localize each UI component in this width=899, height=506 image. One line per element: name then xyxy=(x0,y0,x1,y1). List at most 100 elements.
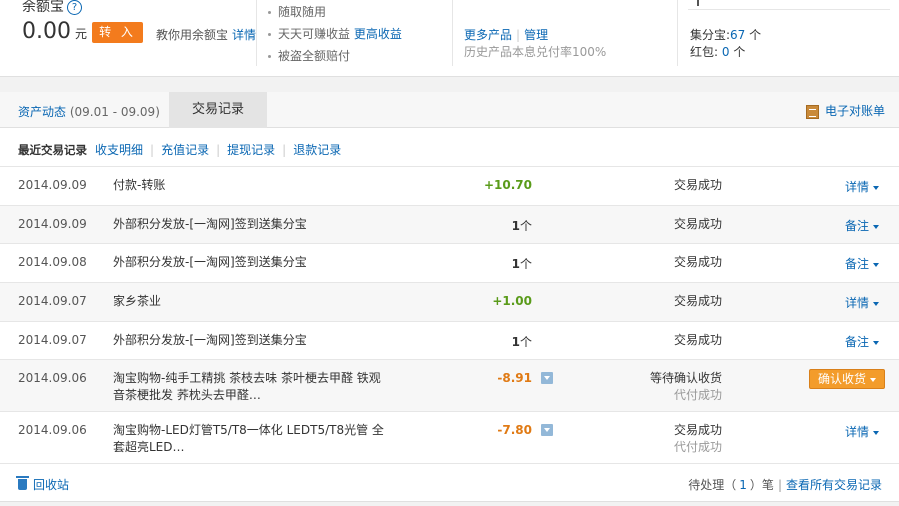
transaction-table: 2014.09.09 付款-转账 +10.70 交易成功 详情 2014.09.… xyxy=(0,166,899,462)
pending-count-link[interactable]: 1 xyxy=(739,478,747,492)
chevron-down-icon xyxy=(873,185,879,190)
teach-details-link[interactable]: 详情 xyxy=(232,28,256,42)
more-earnings-link[interactable]: 更高收益 xyxy=(354,27,402,41)
row-amount: +10.70 xyxy=(483,178,532,192)
confirm-receipt-button[interactable]: 确认收货 xyxy=(808,369,885,389)
divider xyxy=(688,9,890,10)
row-status: 交易成功 xyxy=(673,255,722,269)
table-row: 2014.09.09 外部积分发放-[一淘网]签到送集分宝 1个 交易成功 备注 xyxy=(0,205,899,243)
help-icon[interactable]: ? xyxy=(67,0,82,15)
row-date: 2014.09.07 xyxy=(18,294,87,308)
more-products-link[interactable]: 更多产品 xyxy=(464,28,512,42)
feature-item: 被盗全额赔付 xyxy=(268,48,402,70)
divider xyxy=(677,0,678,66)
row-desc: 付款-转账 xyxy=(113,178,166,192)
amount-dropdown-icon[interactable] xyxy=(541,424,553,436)
row-date: 2014.09.07 xyxy=(18,333,87,347)
divider xyxy=(256,0,257,66)
decoration xyxy=(697,0,699,6)
amount-unit: 元 xyxy=(74,27,87,41)
row-desc: 家乡茶业 xyxy=(113,294,162,308)
ebill-link[interactable]: 电子对账单 xyxy=(805,102,885,119)
row-status: 交易成功 xyxy=(673,178,722,192)
row-date: 2014.09.09 xyxy=(18,217,87,231)
row-desc: 外部积分发放-[一淘网]签到送集分宝 xyxy=(113,333,307,347)
record-subnav: 最近交易记录 收支明细 | 充值记录 | 提现记录 | 退款记录 xyxy=(18,143,342,157)
row-status: 交易成功 xyxy=(673,217,722,231)
bill-icon xyxy=(805,104,819,119)
hongbao-count-link[interactable]: 0 xyxy=(722,45,730,59)
row-desc: 外部积分发放-[一淘网]签到送集分宝 xyxy=(113,255,307,269)
row-desc: 外部积分发放-[一淘网]签到送集分宝 xyxy=(113,217,307,231)
manage-link[interactable]: 管理 xyxy=(524,28,548,42)
chevron-down-icon xyxy=(873,262,879,267)
details-link[interactable]: 详情 xyxy=(845,423,879,440)
table-row: 2014.09.07 家乡茶业 +1.00 交易成功 详情 xyxy=(0,282,899,321)
section-gap xyxy=(0,76,899,92)
note-link[interactable]: 备注 xyxy=(845,333,879,350)
chevron-down-icon xyxy=(873,340,879,345)
feature-item: 天天可赚收益 更高收益 xyxy=(268,26,402,48)
row-amount: 1个 xyxy=(511,219,532,233)
pending-summary: 待处理（ 1 ）笔 | 查看所有交易记录 xyxy=(688,478,882,492)
table-row: 2014.09.07 外部积分发放-[一淘网]签到送集分宝 1个 交易成功 备注 xyxy=(0,321,899,359)
divider xyxy=(452,0,453,66)
details-link[interactable]: 详情 xyxy=(845,294,879,311)
yeb-title-text: 余额宝 xyxy=(22,0,64,15)
row-amount: +1.00 xyxy=(492,294,532,308)
table-row: 2014.09.06 淘宝购物-纯手工精挑 茶枝去味 茶叶梗去甲醛 铁观音茶梗批… xyxy=(0,359,899,411)
row-date: 2014.09.09 xyxy=(18,178,87,192)
jifenbao: 集分宝:67 个 xyxy=(690,28,762,42)
note-link[interactable]: 备注 xyxy=(845,255,879,272)
row-date: 2014.09.08 xyxy=(18,255,87,269)
feature-list: 随取随用 天天可赚收益 更高收益 被盗全额赔付 xyxy=(268,4,402,70)
more-products: 更多产品 | 管理 xyxy=(464,28,549,42)
chevron-down-icon xyxy=(873,430,879,435)
table-footer: 回收站 待处理（ 1 ）笔 | 查看所有交易记录 xyxy=(0,463,899,501)
view-all-records-link[interactable]: 查看所有交易记录 xyxy=(786,478,882,492)
chevron-down-icon xyxy=(873,301,879,306)
row-status: 交易成功 xyxy=(673,294,722,308)
jifenbao-count-link[interactable]: 67 xyxy=(730,28,745,42)
tab-asset-activity[interactable]: 资产动态 (09.01 - 09.09) xyxy=(18,103,160,120)
details-link[interactable]: 详情 xyxy=(845,178,879,195)
trash-icon xyxy=(16,476,29,490)
subnav-refund[interactable]: 退款记录 xyxy=(293,143,341,157)
transfer-in-button[interactable]: 转 入 xyxy=(92,22,143,43)
teach-label: 教你用余额宝 xyxy=(156,28,229,42)
row-desc: 淘宝购物-纯手工精挑 茶枝去味 茶叶梗去甲醛 铁观音茶梗批发 荞枕头去甲醛… xyxy=(113,371,381,402)
yeb-amount: 0.00 元 xyxy=(22,18,87,48)
tab-trade-records[interactable]: 交易记录 xyxy=(169,92,267,128)
row-amount: 1个 xyxy=(511,257,532,271)
chevron-down-icon xyxy=(873,224,879,229)
note-link[interactable]: 备注 xyxy=(845,217,879,234)
row-status: 等待确认收货 代付成功 xyxy=(649,371,722,402)
recycle-bin-link[interactable]: 回收站 xyxy=(16,476,69,493)
subnav-recharge[interactable]: 充值记录 xyxy=(161,143,209,157)
teach-text: 教你用余额宝 详情 xyxy=(156,26,256,43)
history-note: 历史产品本息兑付率100% xyxy=(464,45,607,59)
row-amount: -7.80 xyxy=(497,423,532,437)
hongbao: 红包: 0 个 xyxy=(690,45,746,59)
feature-item: 随取随用 xyxy=(268,4,402,26)
subnav-current: 最近交易记录 xyxy=(18,143,87,157)
table-row: 2014.09.06 淘宝购物-LED灯管T5/T8一体化 LEDT5/T8光管… xyxy=(0,411,899,462)
table-row: 2014.09.09 付款-转账 +10.70 交易成功 详情 xyxy=(0,166,899,205)
section-gap xyxy=(0,501,899,506)
chevron-down-icon xyxy=(870,377,876,382)
table-row: 2014.09.08 外部积分发放-[一淘网]签到送集分宝 1个 交易成功 备注 xyxy=(0,243,899,282)
row-status: 交易成功 代付成功 xyxy=(673,423,722,454)
subnav-withdraw[interactable]: 提现记录 xyxy=(227,143,275,157)
amount-value: 0.00 xyxy=(22,19,71,44)
row-date: 2014.09.06 xyxy=(18,423,87,437)
row-amount: 1个 xyxy=(511,335,532,349)
row-status: 交易成功 xyxy=(673,333,722,347)
row-desc: 淘宝购物-LED灯管T5/T8一体化 LEDT5/T8光管 全套超亮LED… xyxy=(113,423,384,454)
amount-dropdown-icon[interactable] xyxy=(541,372,553,384)
row-date: 2014.09.06 xyxy=(18,371,87,385)
record-tabs: 资产动态 (09.01 - 09.09) 交易记录 电子对账单 xyxy=(0,92,899,128)
subnav-income-expense[interactable]: 收支明细 xyxy=(95,143,143,157)
row-amount: -8.91 xyxy=(497,371,532,385)
yeb-title: 余额宝? xyxy=(22,0,82,15)
asset-summary: 余额宝? 0.00 元 转 入 教你用余额宝 详情 随取随用 天天可赚收益 更高收益… xyxy=(0,0,899,76)
